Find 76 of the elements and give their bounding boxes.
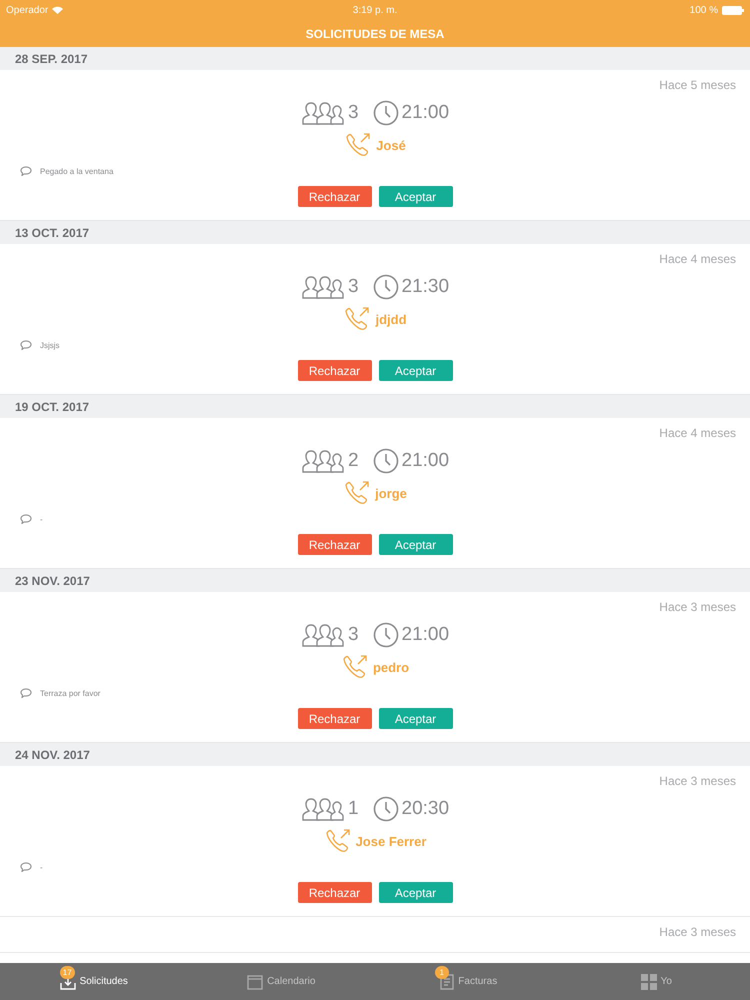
reservation-time: 21:00	[402, 102, 450, 124]
tab-item[interactable]: Calendario	[188, 963, 375, 1000]
grid-icon	[640, 974, 657, 990]
customer-name: pedro	[372, 660, 410, 674]
people-icon	[300, 275, 345, 299]
reservation-time: 21:00	[402, 624, 450, 646]
carrier-name: Operador	[6, 4, 48, 16]
accept-button[interactable]: Aceptar	[378, 360, 452, 381]
reject-button[interactable]: Rechazar	[298, 708, 372, 729]
comment-text: Jsjsjs	[40, 340, 60, 350]
tab-item[interactable]: Solicitudes 17	[0, 963, 188, 1000]
accept-button[interactable]: Aceptar	[378, 534, 452, 555]
accept-button[interactable]: Aceptar	[378, 882, 452, 903]
time-ago: Hace 3 meses	[659, 925, 736, 939]
count-badge: 17	[60, 966, 75, 979]
tab-item[interactable]: Yo	[562, 963, 750, 1000]
comment-icon	[20, 688, 32, 698]
customer-name: jorge	[375, 486, 407, 500]
customer-name: José	[376, 138, 406, 152]
clock-icon	[372, 796, 399, 822]
comment-text: -	[40, 514, 43, 524]
guest-count: 3	[348, 624, 359, 646]
time-ago: Hace 5 meses	[659, 78, 736, 92]
date-header: 28 SEP. 2017	[0, 47, 750, 70]
calendar-icon	[247, 974, 264, 990]
phone-call-icon	[343, 480, 372, 506]
comment-text: Terraza por favor	[40, 688, 100, 698]
comment-icon	[20, 166, 32, 176]
date-header: 24 NOV. 2017	[0, 743, 750, 766]
phone-call-icon	[344, 132, 372, 158]
clock-icon	[372, 622, 399, 648]
comment-text: Pegado a la ventana	[40, 166, 114, 176]
comment-text: -	[40, 862, 43, 872]
guest-count: 3	[348, 276, 359, 298]
reject-button[interactable]: Rechazar	[298, 360, 372, 381]
people-icon	[300, 623, 345, 647]
battery-icon	[722, 6, 744, 14]
comment-icon	[20, 514, 32, 524]
reservation-time: 21:00	[402, 450, 450, 472]
guest-count: 3	[348, 102, 359, 124]
time-ago: Hace 4 meses	[659, 252, 736, 266]
clock-icon	[372, 100, 399, 126]
battery-percent: 100 %	[690, 4, 718, 16]
date-header: 23 NOV. 2017	[0, 569, 750, 592]
guest-count: 1	[348, 798, 359, 820]
clock-icon	[372, 448, 399, 474]
customer-name: Jose Ferrer	[356, 834, 426, 848]
customer-name: jdjdd	[375, 312, 407, 326]
people-icon	[300, 797, 345, 821]
reservation-time: 21:30	[402, 276, 450, 298]
reservation-time: 20:30	[402, 798, 450, 820]
tab-item[interactable]: Facturas 1	[375, 963, 562, 1000]
people-icon	[300, 449, 345, 473]
clock-icon	[372, 274, 399, 300]
guest-count: 2	[348, 450, 359, 472]
clock-time: 3:19 p. m.	[352, 4, 398, 16]
reject-button[interactable]: Rechazar	[298, 882, 372, 903]
comment-icon	[20, 862, 32, 872]
count-badge: 1	[434, 966, 449, 979]
time-ago: Hace 3 meses	[659, 774, 736, 788]
date-header: 19 OCT. 2017	[0, 395, 750, 418]
time-ago: Hace 3 meses	[659, 600, 736, 614]
comment-icon	[20, 340, 32, 350]
phone-call-icon	[343, 306, 372, 332]
phone-call-icon	[324, 828, 352, 854]
phone-call-icon	[340, 654, 369, 680]
reject-button[interactable]: Rechazar	[298, 186, 372, 207]
reject-button[interactable]: Rechazar	[298, 534, 372, 555]
accept-button[interactable]: Aceptar	[378, 186, 452, 207]
wifi-icon	[52, 6, 64, 14]
date-header: 13 OCT. 2017	[0, 221, 750, 244]
people-icon	[300, 101, 345, 125]
accept-button[interactable]: Aceptar	[378, 708, 452, 729]
page-title: SOLICITUDES DE MESA	[306, 26, 444, 40]
receipt-icon	[440, 974, 454, 990]
time-ago: Hace 4 meses	[659, 426, 736, 440]
